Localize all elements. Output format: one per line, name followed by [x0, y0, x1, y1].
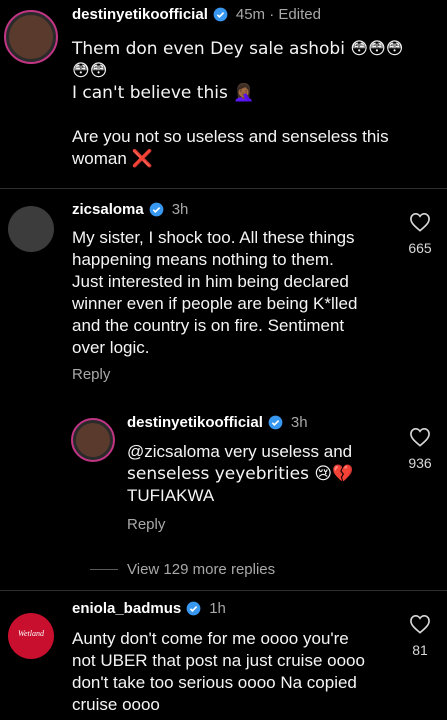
comment-header: destinyetikoofficial 45m · Edited	[72, 6, 321, 23]
comment-text: Aunty don't come for me oooo you're not …	[72, 629, 365, 714]
x-mark-icon: ❌	[131, 149, 153, 168]
reply-button[interactable]: Reply	[72, 366, 110, 383]
divider	[0, 188, 447, 189]
verified-badge-icon	[186, 601, 201, 616]
username[interactable]: destinyetikoofficial	[72, 6, 208, 23]
verified-badge-icon	[149, 202, 164, 217]
verified-badge-icon	[213, 7, 228, 22]
view-more-replies-button[interactable]: View 129 more replies	[127, 561, 275, 578]
reply-button[interactable]: Reply	[127, 516, 165, 533]
like-count: 665	[408, 240, 432, 256]
comment-header: eniola_badmus 1h	[72, 600, 226, 617]
avatar[interactable]	[71, 418, 115, 462]
divider	[0, 590, 447, 591]
timestamp: 3h	[171, 201, 189, 218]
avatar[interactable]	[8, 206, 54, 252]
username[interactable]: eniola_badmus	[72, 600, 181, 617]
verified-badge-icon	[268, 415, 283, 430]
username[interactable]: zicsaloma	[72, 201, 144, 218]
comment-text: Them don even Dey sale ashobi 😳😳😳 😳😳 I c…	[72, 39, 404, 168]
avatar[interactable]: Wetland	[8, 613, 54, 659]
username[interactable]: destinyetikoofficial	[127, 414, 263, 431]
comment-header: zicsaloma 3h	[72, 201, 188, 218]
avatar[interactable]	[4, 10, 58, 64]
comment-text: @zicsaloma very useless and senseless ye…	[127, 442, 354, 505]
heart-icon[interactable]	[409, 614, 431, 634]
like-count: 81	[412, 642, 428, 658]
timestamp: 1h	[209, 600, 226, 617]
view-more-line	[90, 569, 118, 570]
comment-header: destinyetikoofficial 3h	[127, 414, 308, 431]
timestamp: 3h	[290, 414, 308, 431]
timestamp: 45m · Edited	[235, 6, 321, 23]
like-count: 936	[408, 455, 432, 471]
heart-icon[interactable]	[409, 212, 431, 232]
comment-text: My sister, I shock too. All these things…	[72, 228, 358, 357]
heart-icon[interactable]	[409, 427, 431, 447]
avatar-logo-text: Wetland	[18, 629, 44, 638]
